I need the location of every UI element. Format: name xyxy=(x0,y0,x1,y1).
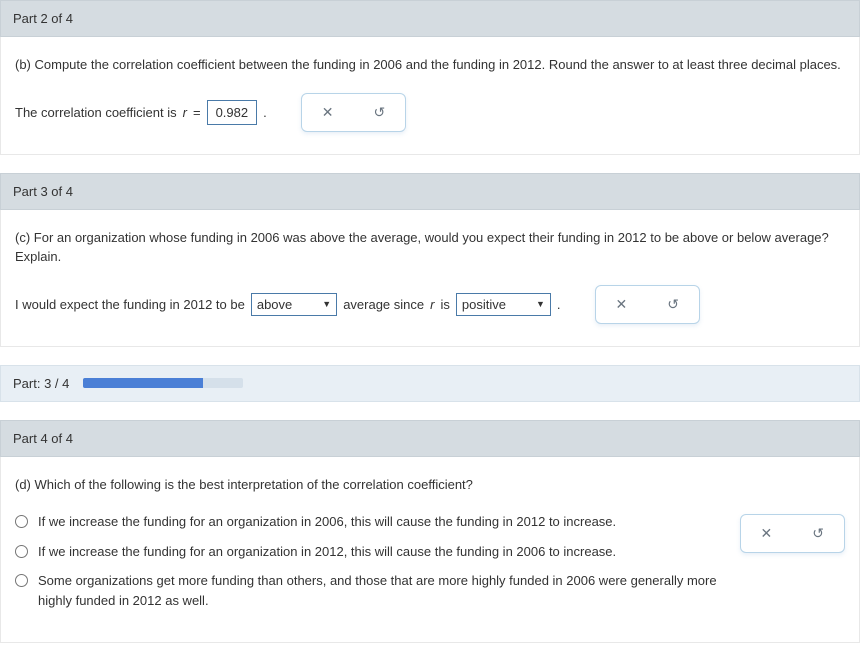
mid-text: average since xyxy=(343,297,424,312)
part3-body: (c) For an organization whose funding in… xyxy=(0,210,860,347)
radio-input[interactable] xyxy=(15,515,28,528)
period: . xyxy=(263,105,267,120)
part3-header: Part 3 of 4 xyxy=(0,173,860,210)
period: . xyxy=(557,297,561,312)
chevron-down-icon: ▼ xyxy=(322,299,331,309)
progress-track xyxy=(83,378,243,388)
close-icon[interactable]: ✕ xyxy=(761,525,773,542)
close-icon[interactable]: ✕ xyxy=(322,104,334,121)
part4-action-box: ✕ ↺ xyxy=(740,514,845,553)
reset-icon[interactable]: ↺ xyxy=(373,104,385,121)
above-below-select[interactable]: above ▼ xyxy=(251,293,337,316)
radio-label: If we increase the funding for an organi… xyxy=(38,542,616,562)
close-icon[interactable]: ✕ xyxy=(616,296,628,313)
part4-body: (d) Which of the following is the best i… xyxy=(0,457,860,644)
equals-text: = xyxy=(193,105,201,120)
part3-action-box: ✕ ↺ xyxy=(595,285,700,324)
positive-negative-select[interactable]: positive ▼ xyxy=(456,293,551,316)
r-symbol: r xyxy=(430,297,434,312)
chevron-down-icon: ▼ xyxy=(536,299,545,309)
radio-label: If we increase the funding for an organi… xyxy=(38,512,616,532)
part2-answer-prefix: The correlation coefficient is xyxy=(15,105,177,120)
part2-action-box: ✕ ↺ xyxy=(301,93,406,132)
progress-fill xyxy=(83,378,203,388)
part4-options: If we increase the funding for an organi… xyxy=(15,512,730,620)
radio-option[interactable]: If we increase the funding for an organi… xyxy=(15,542,720,562)
part4-question: (d) Which of the following is the best i… xyxy=(15,475,845,495)
radio-input[interactable] xyxy=(15,545,28,558)
part4-header: Part 4 of 4 xyxy=(0,420,860,457)
reset-icon[interactable]: ↺ xyxy=(812,525,824,542)
radio-label: Some organizations get more funding than… xyxy=(38,571,720,610)
correlation-input[interactable]: 0.982 xyxy=(207,100,258,125)
select2-value: positive xyxy=(462,297,506,312)
part2-header: Part 2 of 4 xyxy=(0,0,860,37)
reset-icon[interactable]: ↺ xyxy=(667,296,679,313)
progress-row: Part: 3 / 4 xyxy=(0,365,860,402)
part2-question: (b) Compute the correlation coefficient … xyxy=(15,55,845,75)
part3-question: (c) For an organization whose funding in… xyxy=(15,228,845,267)
radio-option[interactable]: Some organizations get more funding than… xyxy=(15,571,720,610)
part3-answer-prefix: I would expect the funding in 2012 to be xyxy=(15,297,245,312)
part2-body: (b) Compute the correlation coefficient … xyxy=(0,37,860,155)
part2-answer-line: The correlation coefficient is r = 0.982… xyxy=(15,93,845,132)
progress-label: Part: 3 / 4 xyxy=(13,376,69,391)
select1-value: above xyxy=(257,297,292,312)
part3-answer-line: I would expect the funding in 2012 to be… xyxy=(15,285,845,324)
radio-option[interactable]: If we increase the funding for an organi… xyxy=(15,512,720,532)
r-symbol: r xyxy=(183,105,187,120)
radio-input[interactable] xyxy=(15,574,28,587)
is-text: is xyxy=(440,297,449,312)
